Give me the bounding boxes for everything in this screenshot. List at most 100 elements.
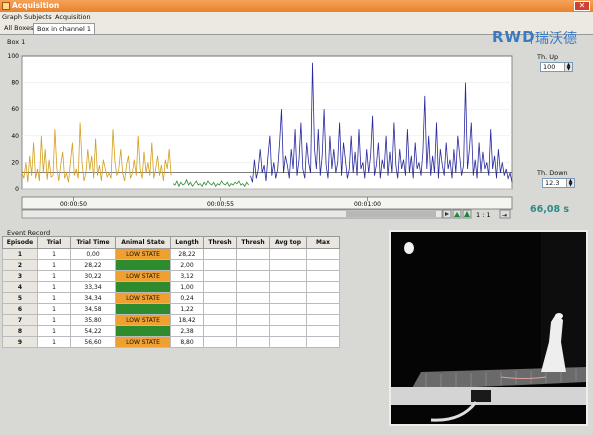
episode-cell: 8 [2,325,38,337]
trial-time-cell: 28,22 [70,259,116,271]
trial-cell: 1 [37,314,71,326]
animal-state-cell: FREEZING [115,259,171,271]
avg-top-cell [269,336,307,348]
animal-state-cell: LOW STATE [115,248,171,260]
table-row[interactable]: 2 1 28,22 FREEZING 2,00 [2,259,340,271]
column-header[interactable]: Max [306,236,340,249]
spinner-arrows-icon[interactable]: ▲ ▼ [564,63,572,72]
table-row[interactable]: 9 1 56,60 LOW STATE 8,80 [2,336,340,348]
length-cell: 3,12 [170,270,204,282]
max-cell [306,336,340,348]
thresh-cell [236,248,270,260]
window-title: Acquisition [12,1,60,10]
thresh-cell [203,336,237,348]
trial-time-cell: 34,58 [70,303,116,315]
menu-graph[interactable]: Graph [2,13,22,21]
column-header[interactable]: Trial [37,236,71,249]
tab-box-channel-1[interactable]: Box in channel 1 [33,23,96,34]
scrollbar-thumb[interactable] [346,211,436,217]
avg-top-cell [269,303,307,315]
table-row[interactable]: 5 1 34,34 LOW STATE 0,24 [2,292,340,304]
table-row[interactable]: 1 1 0,00 LOW STATE 28,22 [2,248,340,260]
y-tick-label: 100 [8,53,20,60]
trial-cell: 1 [37,270,71,282]
avg-top-cell [269,259,307,271]
threshold-up-spinner[interactable]: 100 ▲ ▼ [540,62,573,72]
logo-brand: RWD [492,28,536,46]
y-tick-label: 20 [11,159,19,166]
table-row[interactable]: 4 1 33,34 FREEZING 1,00 [2,281,340,293]
box-title: Box 1 [7,38,26,46]
timeline-tick-label: 00:00:50 [60,201,87,208]
tab-all-boxes[interactable]: All Boxes [1,23,36,33]
fit-icon: ⇥ [502,212,507,219]
thresh-cell [203,314,237,326]
table-row[interactable]: 7 1 35,80 LOW STATE 18,42 [2,314,340,326]
video-feed [389,230,588,426]
avg-top-cell [269,281,307,293]
column-header[interactable]: Thresh [236,236,270,249]
animal-state-cell: LOW STATE [115,314,171,326]
length-cell: 1,00 [170,281,204,293]
threshold-down-spinner[interactable]: 12.3 ▲ ▼ [542,178,575,188]
table-row[interactable]: 3 1 30,22 LOW STATE 3,12 [2,270,340,282]
thresh-cell [236,270,270,282]
activity-chart: 100 80 60 40 20 0 00:00:50 00:00:55 00:01:00 1 … [8,53,518,219]
menu-subjects[interactable]: Subjects [24,13,52,21]
thresh-cell [203,325,237,337]
avg-top-cell [269,325,307,337]
max-cell [306,325,340,337]
thresh-cell [203,270,237,282]
light-spot [404,242,414,254]
floor-connector [471,390,491,402]
rwd-logo: RWD 瑞沃德 [492,28,590,48]
column-header[interactable]: Episode [2,236,38,249]
trial-cell: 1 [37,248,71,260]
timeline-tick-label: 00:00:55 [207,201,234,208]
threshold-down-label: Th. Down [537,169,568,177]
trial-time-cell: 30,22 [70,270,116,282]
column-header[interactable]: Length [170,236,204,249]
trial-time-cell: 0,00 [70,248,116,260]
max-cell [306,292,340,304]
length-cell: 18,42 [170,314,204,326]
thresh-cell [203,281,237,293]
menu-acquisition[interactable]: Acquisition [55,13,91,21]
max-cell [306,303,340,315]
trial-cell: 1 [37,336,71,348]
activity-chart-panel: 100 80 60 40 20 0 00:00:50 00:00:55 00:01:00 1 … [6,47,518,223]
close-button[interactable]: ✕ [574,1,590,11]
menu-bar: Graph Subjects Acquisition [0,12,593,22]
animal-state-cell: LOW STATE [115,270,171,282]
video-frame [391,232,586,424]
length-cell: 2,38 [170,325,204,337]
thresh-cell [236,259,270,271]
table-row[interactable]: 8 1 54,22 FREEZING 2,38 [2,325,340,337]
trial-time-cell: 33,34 [70,281,116,293]
avg-top-cell [269,292,307,304]
column-header[interactable]: Avg top [269,236,307,249]
spinner-arrows-icon[interactable]: ▲ ▼ [566,179,574,188]
column-header[interactable]: Thresh [203,236,237,249]
y-tick-label: 80 [11,80,19,87]
thresh-cell [236,281,270,293]
trial-time-cell: 34,34 [70,292,116,304]
table-row[interactable]: 6 1 34,58 FREEZING 1,22 [2,303,340,315]
event-record-table: Episode Trial Trial Time Animal State Length… [2,236,340,348]
trial-time-cell: 54,22 [70,325,116,337]
column-header[interactable]: Trial Time [70,236,116,249]
timeline-tick-label: 00:01:00 [354,201,381,208]
episode-cell: 9 [2,336,38,348]
length-cell: 0,24 [170,292,204,304]
animal-state-cell: FREEZING [115,281,171,293]
max-cell [306,281,340,293]
timeline-ruler[interactable] [21,196,513,210]
column-header[interactable]: Animal State [115,236,171,249]
max-cell [306,259,340,271]
threshold-down-value: 12.3 [545,179,560,187]
length-cell: 1,22 [170,303,204,315]
episode-cell: 5 [2,292,38,304]
trial-cell: 1 [37,303,71,315]
y-tick-label: 0 [15,186,19,193]
length-cell: 8,80 [170,336,204,348]
